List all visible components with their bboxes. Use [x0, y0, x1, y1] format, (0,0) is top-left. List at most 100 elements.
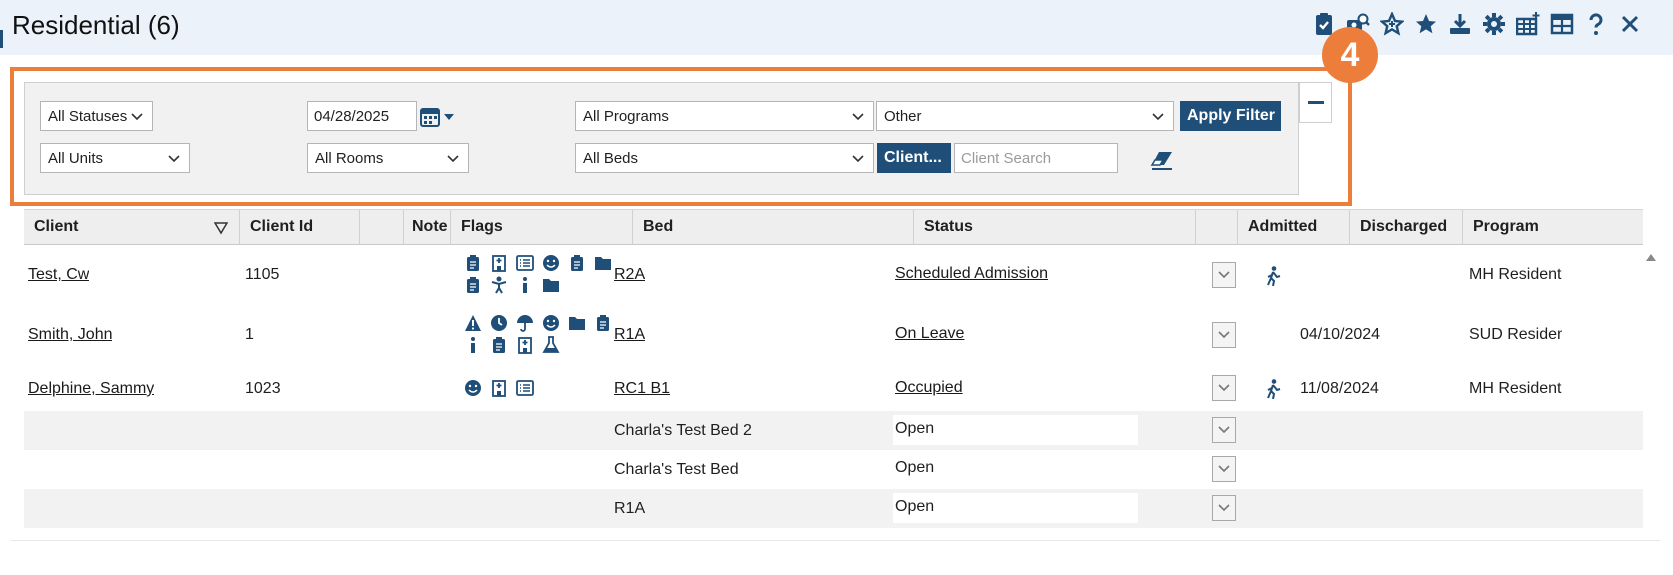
collapse-filter-button[interactable]	[1299, 82, 1332, 123]
column-header-admitted[interactable]: Admitted	[1238, 210, 1350, 245]
unit-filter-select[interactable]: All Units	[40, 143, 190, 173]
column-header-flags[interactable]: Flags	[451, 210, 633, 245]
folder-icon[interactable]	[568, 314, 586, 332]
chevron-down-icon	[168, 155, 180, 163]
status-value[interactable]: Open	[893, 493, 1138, 523]
download-icon[interactable]	[1445, 8, 1475, 40]
column-header-blank-2[interactable]	[1196, 210, 1238, 245]
table-row[interactable]: R1A Open	[24, 489, 1643, 528]
folder-icon[interactable]	[542, 276, 560, 294]
smile-icon[interactable]	[542, 254, 560, 272]
status-value[interactable]: Occupied	[893, 374, 1138, 404]
chevron-down-icon	[1152, 113, 1164, 121]
bed-name: Charla's Test Bed 2	[614, 422, 752, 439]
umbrella-icon[interactable]	[516, 314, 534, 332]
status-value[interactable]: Scheduled Admission	[893, 260, 1138, 290]
hospital-icon[interactable]	[490, 254, 508, 272]
table-row[interactable]: Test, Cw 1105 R2A Scheduled Admission MH…	[24, 246, 1643, 306]
bed-link[interactable]: R2A	[614, 266, 645, 284]
walking-person-icon[interactable]	[1264, 379, 1282, 399]
callout-badge: 4	[1322, 27, 1378, 83]
client-search-input[interactable]: Client Search	[954, 143, 1118, 173]
status-filter-value: All Statuses	[48, 108, 128, 125]
folder-icon[interactable]	[594, 254, 612, 272]
other-filter-select[interactable]: Other	[876, 101, 1174, 131]
bed-name: Charla's Test Bed	[614, 461, 739, 478]
list-icon[interactable]	[516, 379, 534, 397]
apply-filter-button[interactable]: Apply Filter	[1180, 101, 1281, 131]
clipboard-icon[interactable]	[464, 254, 482, 272]
status-dropdown-button[interactable]	[1212, 495, 1236, 521]
column-header-program[interactable]: Program	[1463, 210, 1553, 245]
sort-desc-icon[interactable]	[214, 221, 228, 235]
column-header-blank[interactable]	[360, 210, 404, 245]
status-value[interactable]: Open	[893, 454, 1138, 484]
person-icon[interactable]	[490, 276, 508, 294]
status-dropdown-button[interactable]	[1212, 456, 1236, 482]
table-row[interactable]: Charla's Test Bed Open	[24, 450, 1643, 489]
client-name-link[interactable]: Test, Cw	[28, 266, 89, 284]
close-icon[interactable]	[1615, 8, 1645, 40]
column-header-status[interactable]: Status	[914, 210, 1196, 245]
program-filter-select[interactable]: All Programs	[575, 101, 874, 131]
client-name-link[interactable]: Delphine, Sammy	[28, 380, 154, 398]
clipboard-icon[interactable]	[464, 276, 482, 294]
clock-icon[interactable]	[490, 314, 508, 332]
chevron-down-icon	[1218, 384, 1230, 392]
column-header-client-id[interactable]: Client Id	[240, 210, 360, 245]
column-header-note[interactable]: Note	[404, 210, 451, 245]
client-name-link[interactable]: Smith, John	[28, 326, 112, 344]
bed-filter-select[interactable]: All Beds	[575, 143, 874, 173]
table-row[interactable]: Smith, John 1 R1A On Leave 04/10/2024 SU…	[24, 306, 1643, 365]
info-icon[interactable]	[516, 276, 534, 294]
hospital-icon[interactable]	[516, 336, 534, 354]
star-icon[interactable]	[1411, 8, 1441, 40]
status-dropdown-button[interactable]	[1212, 375, 1236, 401]
flags-line-2	[464, 336, 560, 354]
room-filter-select[interactable]: All Rooms	[307, 143, 469, 173]
info-icon[interactable]	[464, 336, 482, 354]
status-value[interactable]: On Leave	[893, 320, 1138, 350]
calendar-icon[interactable]	[420, 106, 458, 128]
other-filter-value: Other	[884, 108, 922, 125]
date-input[interactable]: 04/28/2025	[307, 101, 417, 131]
program-value: SUD Residential	[1469, 326, 1562, 343]
status-value[interactable]: Open	[893, 415, 1138, 445]
status-dropdown-button[interactable]	[1212, 417, 1236, 443]
table-row[interactable]: Charla's Test Bed 2 Open	[24, 411, 1643, 450]
table-row[interactable]: Delphine, Sammy 1023 RC1 B1 Occupied 11/…	[24, 365, 1643, 411]
page-title: Residential (6)	[12, 10, 180, 40]
clipboard-icon[interactable]	[490, 336, 508, 354]
smile-icon[interactable]	[542, 314, 560, 332]
admitted-date: 04/10/2024	[1300, 326, 1381, 343]
star-outline-icon[interactable]	[1377, 8, 1407, 40]
bed-link[interactable]: RC1 B1	[614, 380, 670, 398]
status-dropdown-button[interactable]	[1212, 262, 1236, 288]
list-icon[interactable]	[516, 254, 534, 272]
scroll-up-arrow-icon[interactable]	[1645, 252, 1657, 262]
table-add-icon[interactable]	[1513, 8, 1543, 40]
clipboard-icon[interactable]	[594, 314, 612, 332]
status-dropdown-button[interactable]	[1212, 322, 1236, 348]
bed-link[interactable]: R1A	[614, 326, 645, 344]
header-accent	[0, 30, 3, 48]
table-icon[interactable]	[1547, 8, 1577, 40]
hospital-icon[interactable]	[490, 379, 508, 397]
help-icon[interactable]	[1581, 8, 1611, 40]
chevron-down-icon	[131, 113, 143, 121]
smile-icon[interactable]	[464, 379, 482, 397]
walking-person-icon[interactable]	[1264, 266, 1282, 286]
flags-line-1	[464, 379, 534, 397]
minus-icon	[1307, 101, 1324, 104]
gear-icon[interactable]	[1479, 8, 1509, 40]
column-header-bed[interactable]: Bed	[633, 210, 914, 245]
chevron-down-icon	[1218, 504, 1230, 512]
client-button[interactable]: Client...	[877, 143, 951, 173]
clipboard-icon[interactable]	[568, 254, 586, 272]
eraser-icon[interactable]	[1150, 149, 1174, 171]
column-header-discharged[interactable]: Discharged	[1350, 210, 1463, 245]
warning-icon[interactable]	[464, 314, 482, 332]
flask-icon[interactable]	[542, 336, 560, 354]
column-header-client[interactable]: Client	[24, 210, 240, 245]
status-filter-select[interactable]: All Statuses	[40, 101, 153, 131]
